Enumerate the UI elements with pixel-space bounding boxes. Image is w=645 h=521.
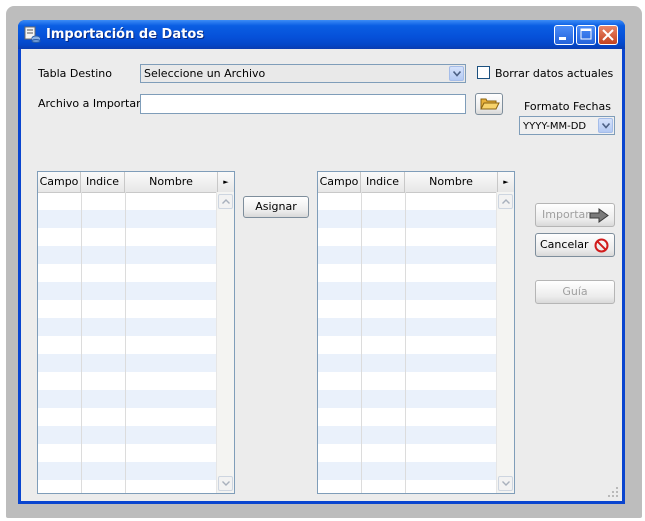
table-header: Campo Indice Nombre ► (318, 172, 514, 193)
cancelar-button[interactable]: Cancelar (535, 233, 615, 257)
table-row[interactable] (318, 318, 497, 336)
column-header-campo[interactable]: Campo (38, 172, 81, 192)
scroll-down-icon[interactable] (218, 476, 233, 491)
borrar-datos-label: Borrar datos actuales (495, 67, 614, 80)
tabla-destino-value: Seleccione un Archivo (144, 67, 266, 80)
table-row[interactable] (318, 354, 497, 372)
table-row[interactable] (318, 372, 497, 390)
column-header-nombre[interactable]: Nombre (405, 172, 498, 192)
chevron-down-icon (449, 66, 464, 81)
table-row[interactable] (38, 390, 217, 408)
table-row[interactable] (318, 228, 497, 246)
column-menu-arrow-icon[interactable]: ► (498, 172, 514, 192)
cancelar-label: Cancelar (540, 238, 589, 251)
table-row[interactable] (38, 480, 217, 493)
arrow-right-icon (589, 208, 609, 223)
importar-button[interactable]: Importar (535, 203, 615, 227)
vertical-scrollbar[interactable] (216, 192, 234, 493)
tabla-destino-select[interactable]: Seleccione un Archivo (140, 64, 466, 83)
table-row[interactable] (318, 426, 497, 444)
title-bar[interactable]: Importación de Datos (18, 20, 625, 49)
table-row[interactable] (38, 372, 217, 390)
importar-label: Importar (542, 208, 590, 221)
archivo-importar-label: Archivo a Importar (38, 97, 141, 110)
table-row[interactable] (38, 246, 217, 264)
asignar-button[interactable]: Asignar (243, 196, 309, 218)
table-row[interactable] (318, 408, 497, 426)
table-row[interactable] (38, 318, 217, 336)
close-button[interactable] (598, 25, 618, 45)
scroll-up-icon[interactable] (498, 194, 513, 209)
table-row[interactable] (38, 444, 217, 462)
database-import-icon (24, 26, 41, 43)
table-row[interactable] (318, 462, 497, 480)
maximize-button[interactable] (576, 25, 596, 45)
table-row[interactable] (38, 462, 217, 480)
table-row[interactable] (318, 210, 497, 228)
minimize-button[interactable] (554, 25, 574, 45)
table-row[interactable] (318, 390, 497, 408)
target-fields-table[interactable]: Campo Indice Nombre ► (317, 171, 515, 494)
scroll-down-icon[interactable] (498, 476, 513, 491)
column-header-nombre[interactable]: Nombre (125, 172, 218, 192)
close-icon (602, 29, 614, 41)
column-header-indice[interactable]: Indice (361, 172, 405, 192)
folder-open-icon (480, 98, 500, 110)
table-row[interactable] (38, 354, 217, 372)
table-header: Campo Indice Nombre ► (38, 172, 234, 193)
table-row[interactable] (38, 300, 217, 318)
source-fields-table[interactable]: Campo Indice Nombre ► (37, 171, 235, 494)
chevron-down-icon (598, 118, 613, 133)
table-row[interactable] (38, 210, 217, 228)
vertical-scrollbar[interactable] (496, 192, 514, 493)
table-row[interactable] (318, 480, 497, 493)
table-row[interactable] (38, 228, 217, 246)
formato-fechas-select[interactable]: YYYY-MM-DD (519, 116, 615, 135)
guia-button[interactable]: Guía (535, 280, 615, 304)
column-menu-arrow-icon[interactable]: ► (218, 172, 234, 192)
formato-fechas-value: YYYY-MM-DD (523, 121, 587, 132)
browse-file-button[interactable] (475, 93, 503, 115)
borrar-datos-checkbox[interactable] (477, 66, 490, 79)
table-row[interactable] (318, 246, 497, 264)
table-row[interactable] (318, 300, 497, 318)
table-row[interactable] (318, 282, 497, 300)
table-row[interactable] (38, 192, 217, 210)
tabla-destino-label: Tabla Destino (38, 67, 112, 80)
column-divider (125, 192, 126, 493)
table-row[interactable] (38, 282, 217, 300)
minimize-icon (559, 37, 566, 40)
resize-grip-icon[interactable] (607, 486, 619, 498)
table-row[interactable] (38, 408, 217, 426)
window-title: Importación de Datos (46, 27, 204, 42)
import-dialog: Importación de Datos Tabla Destino Selec… (18, 20, 625, 504)
scroll-up-icon[interactable] (218, 194, 233, 209)
table-row[interactable] (318, 264, 497, 282)
no-entry-icon (594, 238, 609, 253)
column-divider (81, 192, 82, 493)
table-row[interactable] (38, 264, 217, 282)
formato-fechas-label: Formato Fechas (524, 100, 611, 113)
table-row[interactable] (318, 192, 497, 210)
table-row[interactable] (318, 444, 497, 462)
table-row[interactable] (38, 426, 217, 444)
dialog-body: Tabla Destino Seleccione un Archivo Borr… (21, 49, 622, 501)
column-divider (361, 192, 362, 493)
table-row[interactable] (38, 336, 217, 354)
column-header-campo[interactable]: Campo (318, 172, 361, 192)
column-header-indice[interactable]: Indice (81, 172, 125, 192)
table-row[interactable] (318, 336, 497, 354)
maximize-icon (580, 28, 592, 40)
archivo-importar-input[interactable] (140, 94, 466, 114)
column-divider (405, 192, 406, 493)
